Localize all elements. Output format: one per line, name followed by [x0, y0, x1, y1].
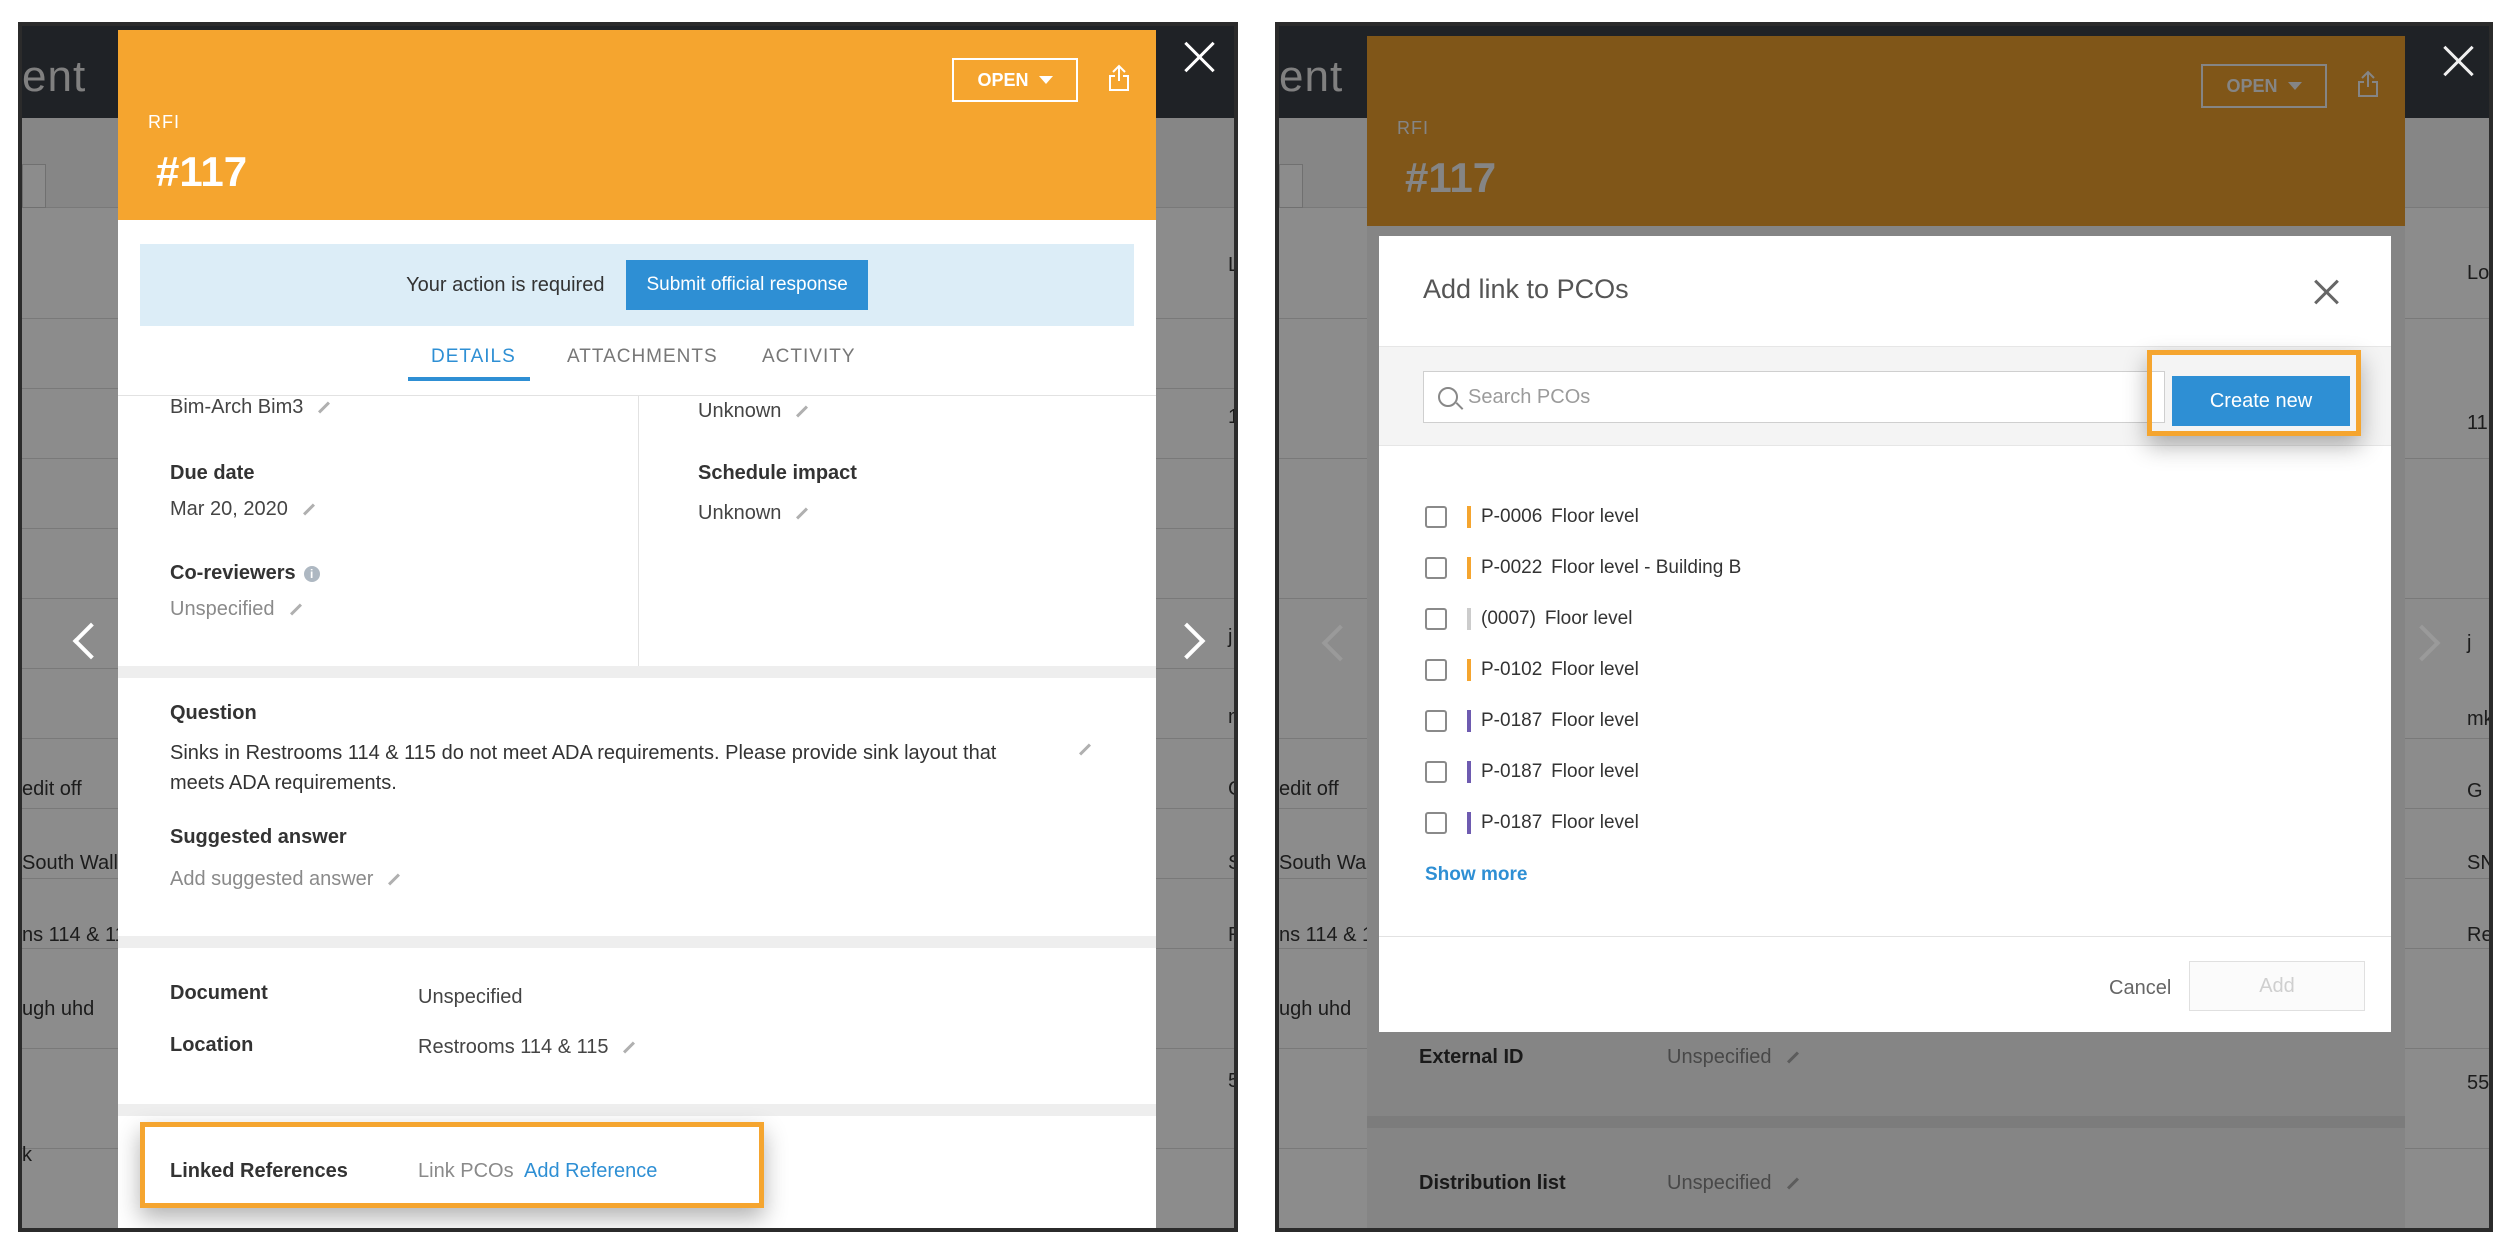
section-divider: [118, 1104, 1156, 1116]
add-button[interactable]: Add: [2189, 961, 2365, 1011]
pco-name: Floor level: [1551, 659, 1639, 680]
tab-details[interactable]: DETAILS: [431, 346, 516, 368]
question-text: Sinks in Restrooms 114 & 115 do not meet…: [170, 742, 997, 794]
cancel-button[interactable]: Cancel: [2109, 977, 2171, 1000]
modal-title: Add link to PCOs: [1423, 274, 1629, 304]
edit-icon: [623, 1041, 636, 1054]
pco-list-item[interactable]: P-0187 Floor level: [1425, 757, 1639, 787]
pco-name: Floor level - Building B: [1551, 557, 1742, 578]
pco-checkbox[interactable]: [1425, 557, 1447, 579]
status-dropdown[interactable]: OPEN: [952, 58, 1078, 102]
edit-icon: [388, 873, 401, 886]
create-new-highlight: [2147, 350, 2361, 436]
pco-id: P-0006: [1481, 506, 1543, 527]
pco-id: P-0102: [1481, 659, 1543, 680]
status-label: OPEN: [977, 69, 1029, 90]
section-divider: [118, 936, 1156, 948]
pco-name: Floor level: [1551, 761, 1639, 782]
pco-status-bar: [1467, 710, 1471, 732]
column-divider: [638, 396, 639, 666]
info-icon: i: [303, 565, 320, 582]
detail-tabs: DETAILS ATTACHMENTS ACTIVITY: [118, 346, 1156, 396]
section-divider: [118, 666, 1156, 678]
rfi-detail-panel: RFI #117 OPEN Your action is required Su…: [118, 30, 1156, 1228]
pco-id: P-0022: [1481, 557, 1543, 578]
share-icon[interactable]: [1108, 64, 1130, 92]
pco-status-bar: [1467, 761, 1471, 783]
suggested-answer-label: Suggested answer: [170, 826, 347, 848]
pco-status-bar: [1467, 506, 1471, 528]
pco-id: P-0187: [1481, 761, 1543, 782]
rfi-type-label: RFI: [148, 112, 180, 132]
pco-id: P-0187: [1481, 812, 1543, 833]
document-value[interactable]: Unspecified: [418, 986, 523, 1009]
pco-list-item[interactable]: P-0187 Floor level: [1425, 706, 1639, 736]
edit-icon: [289, 603, 302, 616]
pco-list-item[interactable]: P-0187 Floor level: [1425, 808, 1639, 838]
schedule-impact-value[interactable]: Unknown: [698, 502, 809, 525]
search-icon: [1438, 387, 1458, 407]
pco-status-bar: [1467, 608, 1471, 630]
action-required-banner: Your action is required Submit official …: [140, 244, 1134, 326]
question-label: Question: [170, 702, 257, 724]
close-icon[interactable]: [2441, 44, 2475, 78]
suggested-answer-value[interactable]: Add suggested answer: [170, 868, 401, 891]
pco-checkbox[interactable]: [1425, 761, 1447, 783]
rfi-header: RFI #117 OPEN: [118, 30, 1156, 220]
left-screenshot-panel: ent edit off South Wall ns 114 & 11 ugh …: [18, 22, 1238, 1232]
pco-list-item[interactable]: P-0022 Floor level - Building B: [1425, 553, 1741, 583]
action-required-text: Your action is required: [406, 273, 605, 296]
pco-checkbox[interactable]: [1425, 812, 1447, 834]
due-date-label: Due date: [170, 462, 255, 484]
tab-attachments[interactable]: ATTACHMENTS: [567, 346, 718, 368]
edit-icon[interactable]: [1078, 743, 1092, 756]
pco-checkbox[interactable]: [1425, 608, 1447, 630]
search-pcos-field[interactable]: [1423, 371, 2165, 423]
pco-id: (0007): [1481, 608, 1536, 629]
pco-list-item[interactable]: P-0102 Floor level: [1425, 655, 1639, 685]
edit-icon: [796, 405, 809, 418]
pco-checkbox[interactable]: [1425, 659, 1447, 681]
rfi-number: #117: [156, 148, 248, 195]
pco-list-item[interactable]: (0007) Floor level: [1425, 604, 1632, 634]
right-screenshot-panel: ent edit off South Wall ns 114 & 11 ugh …: [1275, 22, 2493, 1232]
pco-name: Floor level: [1551, 812, 1639, 833]
pco-name: Floor level: [1551, 506, 1639, 527]
search-pcos-input[interactable]: [1468, 385, 2118, 409]
assignee-value[interactable]: Bim-Arch Bim3: [170, 396, 331, 419]
pco-id: P-0187: [1481, 710, 1543, 731]
edit-icon: [318, 401, 331, 414]
pco-checkbox[interactable]: [1425, 506, 1447, 528]
due-date-value[interactable]: Mar 20, 2020: [170, 498, 316, 521]
modal-footer: Cancel Add: [1379, 936, 2391, 1032]
location-label: Location: [170, 1034, 254, 1056]
show-more-link[interactable]: Show more: [1425, 864, 1527, 886]
edit-icon: [796, 507, 809, 520]
pco-status-bar: [1467, 659, 1471, 681]
cost-impact-value[interactable]: Unknown: [698, 400, 809, 423]
location-value[interactable]: Restrooms 114 & 115: [418, 1036, 636, 1059]
pco-name: Floor level: [1544, 608, 1633, 629]
pco-status-bar: [1467, 812, 1471, 834]
close-icon[interactable]: [1182, 40, 1216, 74]
coreviewers-label: Co-reviewers i: [170, 562, 320, 585]
pco-status-bar: [1467, 557, 1471, 579]
submit-response-button[interactable]: Submit official response: [626, 260, 868, 310]
tab-activity[interactable]: ACTIVITY: [762, 346, 856, 368]
pco-list-item[interactable]: P-0006 Floor level: [1425, 502, 1639, 532]
schedule-impact-label: Schedule impact: [698, 462, 857, 484]
linked-references-highlight: [140, 1122, 764, 1208]
pco-name: Floor level: [1551, 710, 1639, 731]
document-label: Document: [170, 982, 268, 1004]
caret-down-icon: [1038, 76, 1053, 84]
coreviewers-value[interactable]: Unspecified: [170, 598, 303, 621]
active-tab-indicator: [408, 377, 530, 381]
pco-checkbox[interactable]: [1425, 710, 1447, 732]
close-icon[interactable]: [2313, 278, 2341, 306]
edit-icon: [302, 503, 315, 516]
